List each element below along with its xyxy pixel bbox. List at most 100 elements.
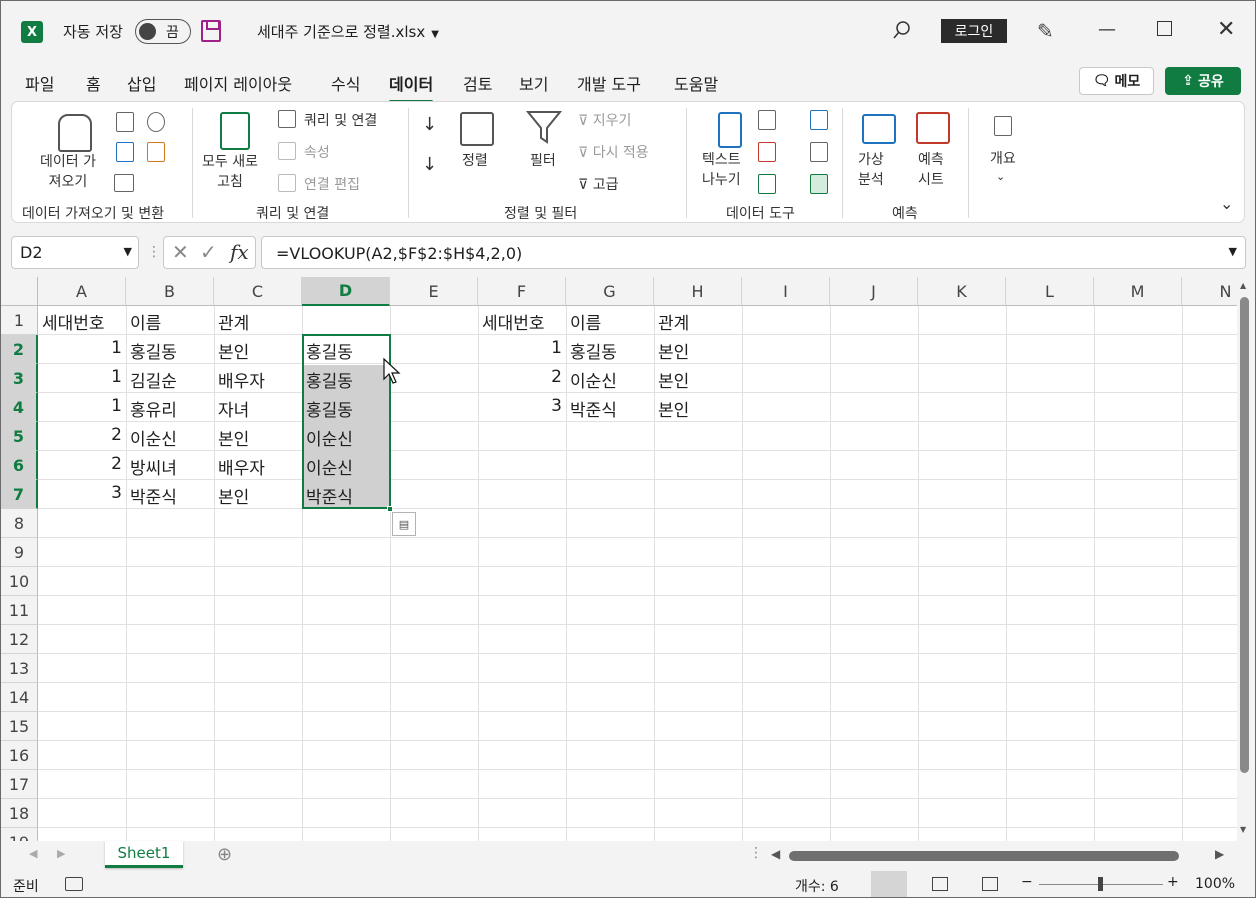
collapse-ribbon-icon[interactable]: ⌄ [1220, 194, 1233, 213]
minimize-icon[interactable]: — [1098, 19, 1116, 40]
close-icon[interactable]: ✕ [1217, 17, 1235, 42]
cell-a5[interactable]: 2 [38, 422, 126, 451]
remove-duplicates-icon[interactable] [758, 142, 776, 162]
cell-f4[interactable]: 3 [478, 393, 566, 422]
scroll-up-icon[interactable]: ▲ [1240, 281, 1246, 290]
add-sheet-icon[interactable]: ⊕ [217, 844, 232, 865]
consolidate-icon[interactable] [810, 110, 828, 130]
filter-button[interactable]: 필터 [530, 150, 556, 170]
cell-a1[interactable]: 세대번호 [38, 306, 126, 335]
row-header-11[interactable]: 11 [1, 596, 38, 625]
cell-h1[interactable]: 관계 [654, 306, 742, 335]
row-header-9[interactable]: 9 [1, 538, 38, 567]
cell-a6[interactable]: 2 [38, 451, 126, 480]
flash-fill-icon[interactable] [758, 110, 776, 130]
expand-formula-icon[interactable]: ▼ [1229, 245, 1237, 258]
existing-connections-icon[interactable] [147, 142, 165, 162]
text-to-columns-button[interactable]: 텍스트 나누기 [702, 150, 741, 190]
column-header-i[interactable]: I [742, 277, 830, 306]
scroll-right-icon[interactable]: ▶ [1215, 847, 1224, 861]
formula-input[interactable]: =VLOOKUP(A2,$F$2:$H$4,2,0) ▼ [261, 236, 1246, 269]
from-table-icon[interactable] [114, 174, 134, 192]
forecast-sheet-button[interactable]: 예측 시트 [918, 150, 944, 190]
row-header-16[interactable]: 16 [1, 741, 38, 770]
cell-c5[interactable]: 본인 [214, 422, 302, 451]
cell-c7[interactable]: 본인 [214, 480, 302, 509]
next-sheet-icon[interactable]: ▶ [57, 847, 65, 860]
column-header-a[interactable]: A [38, 277, 126, 306]
relationships-icon[interactable] [810, 142, 828, 162]
column-header-f[interactable]: F [478, 277, 566, 306]
zoom-out-icon[interactable]: − [1021, 874, 1033, 890]
cell-g3[interactable]: 이순신 [566, 364, 654, 393]
column-header-m[interactable]: M [1094, 277, 1182, 306]
reapply-button[interactable]: ⊽ 다시 적용 [578, 142, 649, 162]
row-header-2[interactable]: 2 [1, 335, 38, 364]
properties-button[interactable]: 속성 [304, 142, 330, 162]
tab-home[interactable]: 홈 [86, 71, 101, 95]
share-button[interactable]: ⇪ 공유 [1165, 67, 1241, 95]
horizontal-scroll-thumb[interactable] [789, 851, 1179, 861]
autosave-toggle[interactable]: 끔 [135, 19, 191, 44]
row-header-14[interactable]: 14 [1, 683, 38, 712]
tab-formulas[interactable]: 수식 [331, 71, 360, 95]
cell-b4[interactable]: 홍유리 [126, 393, 214, 422]
column-header-e[interactable]: E [390, 277, 478, 306]
zoom-level[interactable]: 100% [1195, 876, 1235, 892]
cell-b3[interactable]: 김길순 [126, 364, 214, 393]
cell-g1[interactable]: 이름 [566, 306, 654, 335]
refresh-all-button[interactable]: 모두 새로 고침 [202, 152, 258, 192]
tab-developer[interactable]: 개발 도구 [577, 71, 641, 95]
cell-c6[interactable]: 배우자 [214, 451, 302, 480]
column-header-g[interactable]: G [566, 277, 654, 306]
cell-h3[interactable]: 본인 [654, 364, 742, 393]
row-header-13[interactable]: 13 [1, 654, 38, 683]
zoom-slider-thumb[interactable] [1098, 877, 1103, 891]
split-handle[interactable]: ⋮ [749, 845, 763, 861]
zoom-in-icon[interactable]: + [1167, 874, 1179, 890]
recent-sources-icon[interactable] [147, 112, 165, 132]
cell-b6[interactable]: 방씨녀 [126, 451, 214, 480]
cell-a3[interactable]: 1 [38, 364, 126, 393]
pen-icon[interactable]: ✎ [1037, 19, 1054, 43]
tab-review[interactable]: 검토 [463, 71, 492, 95]
row-header-8[interactable]: 8 [1, 509, 38, 538]
edit-links-button[interactable]: 연결 편집 [304, 174, 360, 194]
column-header-c[interactable]: C [214, 277, 302, 306]
prev-sheet-icon[interactable]: ◀ [29, 847, 37, 860]
data-validation-icon[interactable] [758, 174, 776, 194]
cell-g2[interactable]: 홍길동 [566, 335, 654, 364]
sort-button[interactable]: 정렬 [462, 150, 488, 170]
cell-f1[interactable]: 세대번호 [478, 306, 566, 335]
column-header-h[interactable]: H [654, 277, 742, 306]
cell-f3[interactable]: 2 [478, 364, 566, 393]
cell-h2[interactable]: 본인 [654, 335, 742, 364]
chevron-down-icon[interactable]: ⌄ [996, 170, 1005, 183]
select-all-corner[interactable] [1, 277, 38, 306]
normal-view-icon[interactable] [871, 871, 907, 897]
row-header-12[interactable]: 12 [1, 625, 38, 654]
vertical-scroll-thumb[interactable] [1240, 297, 1249, 773]
advanced-filter-button[interactable]: ⊽ 고급 [578, 174, 618, 194]
get-data-button[interactable]: 데이터 가 져오기 [40, 152, 96, 192]
row-header-18[interactable]: 18 [1, 799, 38, 828]
scroll-down-icon[interactable]: ▼ [1240, 825, 1246, 834]
worksheet-grid[interactable]: ABCDEFGHIJKLMN 1 2 3 4 5 6 7 8 9 10 11 12 13 14 15 16 17… [1, 277, 1237, 841]
vertical-scrollbar[interactable]: ▲ ▼ [1237, 277, 1255, 841]
column-header-l[interactable]: L [1006, 277, 1094, 306]
scroll-left-icon[interactable]: ◀ [771, 847, 780, 861]
cell-b7[interactable]: 박준식 [126, 480, 214, 509]
row-header-4[interactable]: 4 [1, 393, 38, 422]
cell-c1[interactable]: 관계 [214, 306, 302, 335]
from-text-icon[interactable] [116, 112, 134, 132]
sheet-tab-sheet1[interactable]: Sheet1 [105, 841, 183, 868]
column-header-n[interactable]: N [1182, 277, 1237, 306]
comments-button[interactable]: 🗨 메모 [1079, 67, 1154, 95]
name-box[interactable]: D2 ▼ [11, 236, 139, 269]
cell-c4[interactable]: 자녀 [214, 393, 302, 422]
maximize-icon[interactable] [1157, 21, 1172, 36]
cell-a4[interactable]: 1 [38, 393, 126, 422]
page-break-view-icon[interactable] [982, 877, 998, 891]
tab-help[interactable]: 도움말 [674, 71, 718, 95]
row-header-3[interactable]: 3 [1, 364, 38, 393]
